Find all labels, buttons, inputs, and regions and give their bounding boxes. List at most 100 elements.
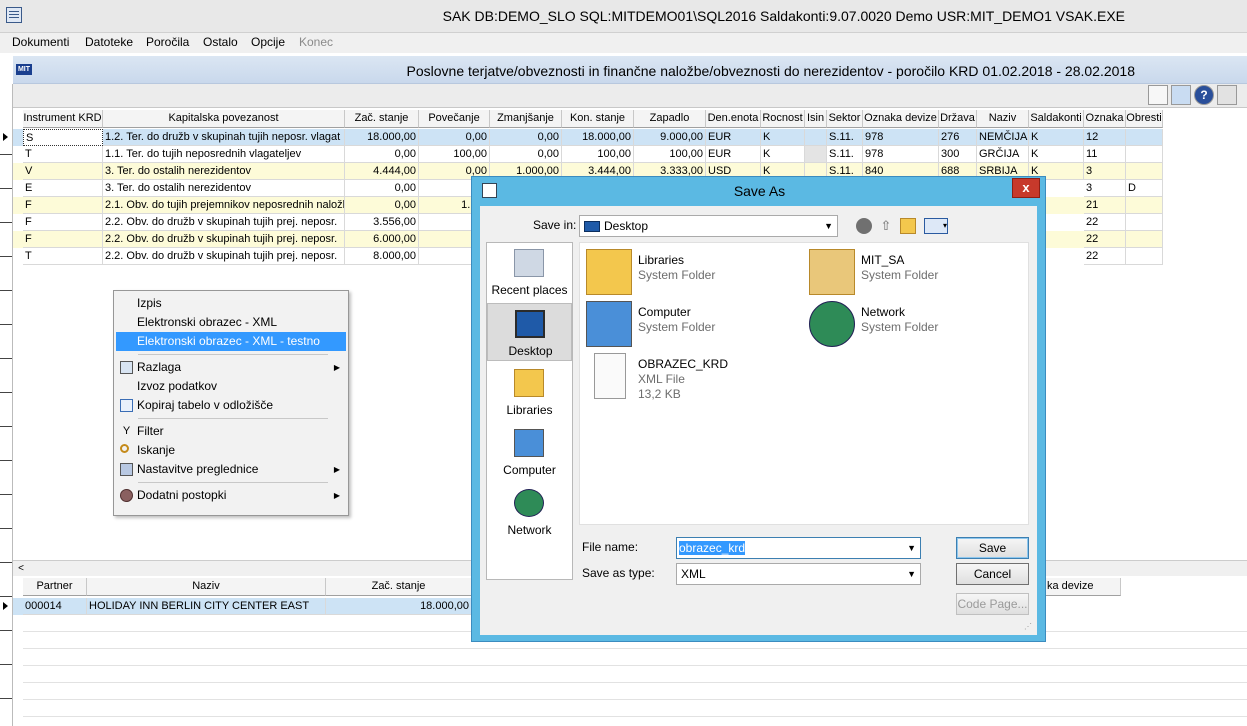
menu-elektronski-obrazec-xml-testno[interactable]: Elektronski obrazec - XML - testno xyxy=(116,332,346,351)
menu-kopiraj-tabelo[interactable]: Kopiraj tabelo v odložišče xyxy=(116,396,346,415)
table-row[interactable]: S 1.2. Ter. do družb v skupinah tujih ne… xyxy=(3,129,1163,146)
save-in-combo[interactable]: Desktop ▼ xyxy=(579,215,838,237)
cell-obresti[interactable] xyxy=(1126,231,1163,248)
cell-instrument[interactable]: F xyxy=(23,214,103,231)
col-oznaka-devize[interactable]: Oznaka devize xyxy=(863,110,939,128)
cell-partner-naziv[interactable]: HOLIDAY INN BERLIN CITY CENTER EAST xyxy=(87,598,326,615)
col-drzava[interactable]: Država xyxy=(939,110,977,128)
file-item-obrazec-krd[interactable]: OBRAZEC_KRD XML File 13,2 KB xyxy=(586,353,786,401)
file-item-libraries[interactable]: Libraries System Folder xyxy=(586,249,786,297)
place-computer[interactable]: Computer xyxy=(487,423,572,481)
cell-zac-stanje[interactable]: 4.444,00 xyxy=(345,163,419,180)
cell-obresti[interactable] xyxy=(1126,163,1163,180)
cell-oznaka[interactable]: 22 xyxy=(1084,214,1126,231)
cell-zac-stanje[interactable]: 0,00 xyxy=(345,146,419,163)
cell-zac-stanje[interactable]: 18.000,00 xyxy=(345,129,419,146)
col-oznaka[interactable]: Oznaka xyxy=(1084,110,1126,128)
cell-zac-stanje[interactable]: 6.000,00 xyxy=(345,231,419,248)
cell-zac-stanje[interactable]: 0,00 xyxy=(345,197,419,214)
cell-kon-stanje[interactable]: 100,00 xyxy=(562,146,634,163)
cell-oznaka[interactable]: 22 xyxy=(1084,248,1126,265)
cell-instrument[interactable]: S xyxy=(23,129,103,146)
menu-opcije[interactable]: Opcije xyxy=(251,35,285,49)
cell-sektor[interactable]: S.11. xyxy=(827,146,863,163)
preview-icon[interactable] xyxy=(1171,85,1191,105)
menu-nastavitve-preglednice[interactable]: Nastavitve preglednice ▶ xyxy=(116,460,346,479)
cell-povecanje[interactable]: 100,00 xyxy=(419,146,490,163)
menu-filter[interactable]: Y Filter xyxy=(116,422,346,441)
menu-izpis[interactable]: Izpis xyxy=(116,294,346,313)
cell-oznaka[interactable]: 11 xyxy=(1084,146,1126,163)
col-kapitalska-povezanost[interactable]: Kapitalska povezanost xyxy=(103,110,345,128)
col-zac-stanje-partner[interactable]: Zač. stanje xyxy=(326,578,472,596)
cell-isin[interactable] xyxy=(805,146,827,163)
col-sektor[interactable]: Sektor xyxy=(827,110,863,128)
cell-instrument[interactable]: F xyxy=(23,231,103,248)
help-icon[interactable]: ? xyxy=(1194,85,1214,105)
cancel-button[interactable]: Cancel xyxy=(956,563,1029,585)
filename-input[interactable]: obrazec_krd ▼ xyxy=(676,537,921,559)
cell-oznaka[interactable]: 3 xyxy=(1084,163,1126,180)
menu-konec[interactable]: Konec xyxy=(299,35,333,49)
cell-obresti[interactable] xyxy=(1126,197,1163,214)
table-row[interactable]: 000014 HOLIDAY INN BERLIN CITY CENTER EA… xyxy=(3,598,473,615)
cell-rocnost[interactable]: K xyxy=(761,129,805,146)
cell-povezanost[interactable]: 3. Ter. do ostalih nerezidentov xyxy=(103,180,345,197)
cell-isin[interactable] xyxy=(805,129,827,146)
cell-instrument[interactable]: E xyxy=(23,180,103,197)
col-saldakonti[interactable]: Saldakonti xyxy=(1029,110,1084,128)
menu-dodatni-postopki[interactable]: Dodatni postopki ▶ xyxy=(116,486,346,505)
cell-zac-stanje[interactable]: 3.556,00 xyxy=(345,214,419,231)
save-button[interactable]: Save xyxy=(956,537,1029,559)
cell-oznaka-devize[interactable]: 978 xyxy=(863,129,939,146)
code-page-button[interactable]: Code Page... xyxy=(956,593,1029,615)
col-naziv[interactable]: Naziv xyxy=(977,110,1029,128)
cell-zmanjsanje[interactable]: 0,00 xyxy=(490,129,562,146)
col-obresti[interactable]: Obresti xyxy=(1126,110,1163,128)
col-naziv-partner[interactable]: Naziv xyxy=(87,578,326,596)
cell-drzava[interactable]: 300 xyxy=(939,146,977,163)
cell-povezanost[interactable]: 3. Ter. do ostalih nerezidentov xyxy=(103,163,345,180)
cell-saldakonti[interactable]: K xyxy=(1029,129,1084,146)
col-kon-stanje[interactable]: Kon. stanje xyxy=(562,110,634,128)
menu-iskanje[interactable]: Iskanje xyxy=(116,441,346,460)
cell-oznaka[interactable]: 22 xyxy=(1084,231,1126,248)
back-icon[interactable] xyxy=(856,218,872,234)
col-instrument-krd[interactable]: Instrument KRD xyxy=(23,110,103,128)
cell-instrument[interactable]: F xyxy=(23,197,103,214)
resize-grip-icon[interactable]: ⋰ xyxy=(1024,622,1034,632)
cell-oznaka[interactable]: 12 xyxy=(1084,129,1126,146)
save-as-type-select[interactable]: XML ▼ xyxy=(676,563,921,585)
col-zapadlo[interactable]: Zapadlo xyxy=(634,110,706,128)
cell-oznaka[interactable]: 3 xyxy=(1084,180,1126,197)
col-oznaka-devize-partner[interactable]: ka devize xyxy=(1033,578,1121,596)
table-row[interactable]: T 1.1. Ter. do tujih neposrednih vlagate… xyxy=(13,146,1163,163)
cell-povezanost[interactable]: 2.1. Obv. do tujih prejemnikov neposredn… xyxy=(103,197,345,214)
cell-drzava[interactable]: 276 xyxy=(939,129,977,146)
scroll-left-icon[interactable]: < xyxy=(14,563,28,575)
cell-kon-stanje[interactable]: 18.000,00 xyxy=(562,129,634,146)
menu-datoteke[interactable]: Datoteke xyxy=(85,35,133,49)
cell-obresti[interactable]: D xyxy=(1126,180,1163,197)
cell-instrument[interactable]: T xyxy=(23,248,103,265)
cell-saldakonti[interactable]: K xyxy=(1029,146,1084,163)
file-item-mit-sa[interactable]: MIT_SA System Folder xyxy=(809,249,1009,297)
menu-izvoz-podatkov[interactable]: Izvoz podatkov xyxy=(116,377,346,396)
cell-obresti[interactable] xyxy=(1126,129,1163,146)
new-folder-icon[interactable] xyxy=(900,218,916,234)
cell-zac-stanje[interactable]: 8.000,00 xyxy=(345,248,419,265)
cell-naziv[interactable]: GRČIJA xyxy=(977,146,1029,163)
menu-porocila[interactable]: Poročila xyxy=(146,35,189,49)
cell-den-enota[interactable]: EUR xyxy=(706,129,761,146)
app-icon[interactable] xyxy=(6,7,22,23)
cell-oznaka[interactable]: 21 xyxy=(1084,197,1126,214)
col-den-enota[interactable]: Den.enota xyxy=(706,110,761,128)
cell-zac-stanje[interactable]: 0,00 xyxy=(345,180,419,197)
cell-instrument[interactable]: V xyxy=(23,163,103,180)
cell-povezanost[interactable]: 2.2. Obv. do družb v skupinah tujih prej… xyxy=(103,231,345,248)
cell-povezanost[interactable]: 1.2. Ter. do družb v skupinah tujih nepo… xyxy=(103,129,345,146)
cell-partner[interactable]: 000014 xyxy=(23,598,87,615)
cell-zmanjsanje[interactable]: 0,00 xyxy=(490,146,562,163)
menu-ostalo[interactable]: Ostalo xyxy=(203,35,238,49)
cell-povezanost[interactable]: 1.1. Ter. do tujih neposrednih vlagatelj… xyxy=(103,146,345,163)
